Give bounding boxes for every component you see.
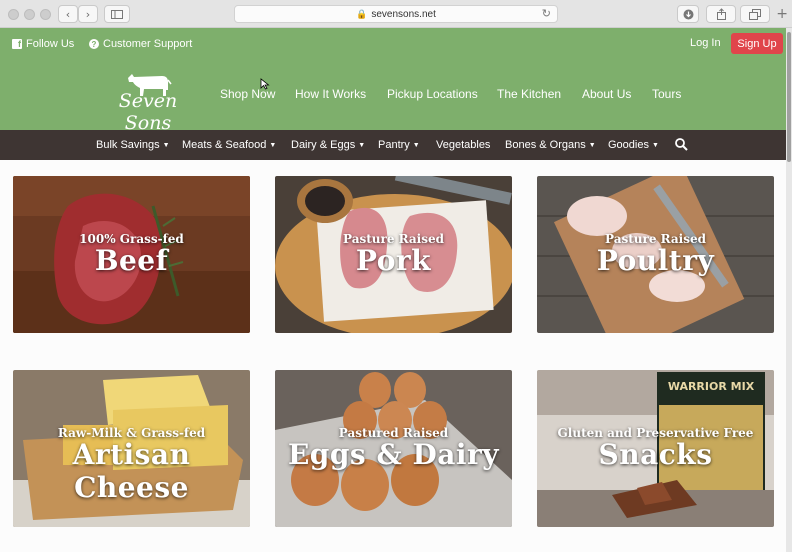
customer-support-label: Customer Support [103,38,193,50]
card-title: Beef [94,244,169,277]
card-title: Poultry [596,244,715,277]
subnav-label: Vegetables [436,139,491,151]
card-title: Artisan Cheese [72,438,191,504]
tabs-overview-button[interactable] [740,5,770,23]
close-window-button[interactable] [8,9,19,20]
zoom-window-button[interactable] [40,9,51,20]
card-title: Snacks [598,438,713,471]
subnav-goodies[interactable]: Goodies ▼ [608,139,659,151]
signup-button[interactable]: Sign Up [731,33,783,54]
caret-down-icon: ▼ [269,142,277,149]
follow-us-label: Follow Us [26,38,75,50]
nav-the-kitchen[interactable]: The Kitchen [497,87,561,101]
chevron-right-icon: › [85,7,91,21]
customer-support-link[interactable]: ? Customer Support [89,38,192,50]
follow-us-link[interactable]: f Follow Us [12,38,74,50]
lock-icon: 🔒 [356,8,368,19]
subnav-label: Bulk Savings [96,139,160,151]
caret-down-icon: ▼ [162,142,170,149]
question-icon: ? [89,39,99,49]
address-bar[interactable]: 🔒 sevensons.net ↻ [234,5,558,23]
share-icon [716,8,726,20]
facebook-icon: f [12,39,22,49]
forward-button[interactable]: › [78,5,98,23]
caret-down-icon: ▼ [651,142,659,149]
search-icon[interactable] [675,138,688,151]
nav-tours[interactable]: Tours [652,87,681,101]
category-card-beef[interactable]: 100% Grass-fed Beef [13,176,250,333]
subnav-bulk-savings[interactable]: Bulk Savings ▼ [96,139,170,151]
snack-bag-label: WARRIOR MIX [668,380,755,393]
minimize-window-button[interactable] [24,9,35,20]
back-button[interactable]: ‹ [58,5,78,23]
category-card-poultry[interactable]: Pasture Raised Poultry [537,176,774,333]
page-scrollbar[interactable] [786,28,792,552]
login-link[interactable]: Log In [690,37,721,49]
new-tab-button[interactable]: + [776,6,788,22]
subnav-vegetables[interactable]: Vegetables [436,139,490,151]
caret-down-icon: ▼ [588,142,596,149]
nav-how-it-works[interactable]: How It Works [295,87,366,101]
share-button[interactable] [706,5,736,23]
category-card-snacks[interactable]: WARRIOR MIX Gluten and Preservative Free… [537,370,774,527]
site-logo[interactable]: Seven Sons [96,68,200,134]
category-grid: 100% Grass-fed Beef Pasture Raised Pork [0,160,786,552]
subnav-label: Pantry [378,139,410,151]
tabs-icon [749,8,761,20]
site-header: f Follow Us ? Customer Support Log In Si… [0,28,786,134]
downloads-button[interactable] [677,5,699,23]
caret-down-icon: ▼ [358,142,366,149]
subnav-label: Meats & Seafood [182,139,267,151]
nav-pickup-locations[interactable]: Pickup Locations [387,87,478,101]
subnav-label: Bones & Organs [505,139,586,151]
subnav-meats-seafood[interactable]: Meats & Seafood ▼ [182,139,276,151]
sidebar-toggle-button[interactable] [104,5,130,23]
browser-toolbar: ‹ › 🔒 sevensons.net ↻ + [0,0,792,28]
chevron-left-icon: ‹ [65,7,71,21]
card-title: Eggs & Dairy [287,438,500,471]
card-title: Pork [355,244,432,277]
logo-text: Seven Sons [118,90,178,134]
nav-about-us[interactable]: About Us [582,87,631,101]
subnav-label: Goodies [608,139,649,151]
sidebar-icon [111,9,123,19]
category-card-pork[interactable]: Pasture Raised Pork [275,176,512,333]
download-icon [683,9,693,19]
caret-down-icon: ▼ [412,142,420,149]
category-nav: Bulk Savings ▼ Meats & Seafood ▼ Dairy & E… [0,130,786,160]
subnav-pantry[interactable]: Pantry ▼ [378,139,420,151]
reload-icon[interactable]: ↻ [542,7,551,20]
url-text: sevensons.net [371,8,436,20]
subnav-bones-organs[interactable]: Bones & Organs ▼ [505,139,596,151]
mouse-pointer-icon [260,78,270,90]
category-card-artisan-cheese[interactable]: Raw-Milk & Grass-fed Artisan Cheese [13,370,250,527]
scrollbar-thumb[interactable] [787,32,791,162]
category-card-eggs-dairy[interactable]: Pastured Raised Eggs & Dairy [275,370,512,527]
subnav-dairy-eggs[interactable]: Dairy & Eggs ▼ [291,139,365,151]
subnav-label: Dairy & Eggs [291,139,356,151]
